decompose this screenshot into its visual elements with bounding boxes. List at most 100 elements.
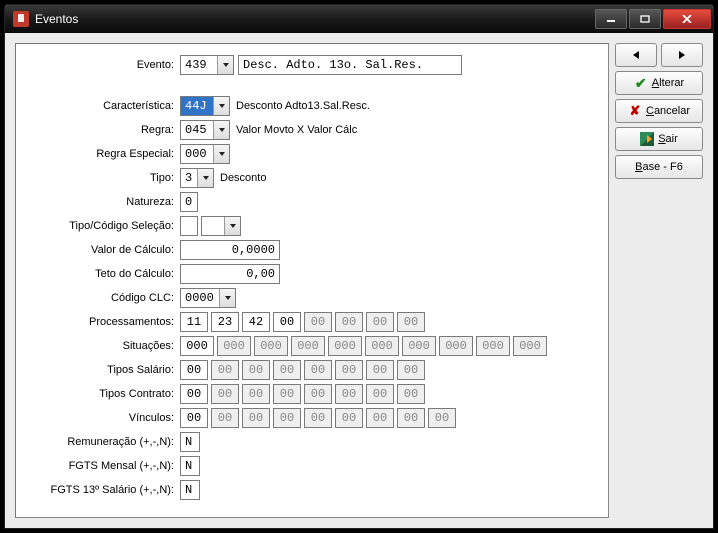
evento-desc-input[interactable] <box>238 55 462 75</box>
cell: 00 <box>273 360 301 380</box>
evento-combo[interactable] <box>180 55 234 75</box>
titlebar: Eventos <box>5 5 713 33</box>
dropdown-icon[interactable] <box>213 145 229 163</box>
label-caracteristica: Característica: <box>28 100 180 112</box>
label-remuneracao: Remuneração (+,-,N): <box>28 436 180 448</box>
cell: 00 <box>397 360 425 380</box>
cell: 000 <box>254 336 288 356</box>
situacoes-cells: 000000000000000000000000000000 <box>180 336 547 356</box>
codigo-clc-input[interactable] <box>181 289 219 307</box>
vinculos-cells: 000000000000000000 <box>180 408 456 428</box>
dropdown-icon[interactable] <box>217 56 233 74</box>
cell: 00 <box>242 360 270 380</box>
label-fgts-mensal: FGTS Mensal (+,-,N): <box>28 460 180 472</box>
natureza-input[interactable] <box>180 192 198 212</box>
prev-button[interactable] <box>615 43 657 67</box>
sair-button[interactable]: Sair <box>615 127 703 151</box>
cell[interactable]: 000 <box>180 336 214 356</box>
tipo-selecao-input[interactable] <box>180 216 198 236</box>
cell: 00 <box>397 312 425 332</box>
label-teto-calculo: Teto do Cálculo: <box>28 268 180 280</box>
caracteristica-desc: Desconto Adto13.Sal.Resc. <box>236 100 370 112</box>
cell: 00 <box>211 408 239 428</box>
tipo-desc: Desconto <box>220 172 266 184</box>
cell[interactable]: 00 <box>180 408 208 428</box>
next-button[interactable] <box>661 43 703 67</box>
codigo-selecao-combo[interactable] <box>201 216 241 236</box>
label-natureza: Natureza: <box>28 196 180 208</box>
cell: 00 <box>242 408 270 428</box>
cell[interactable]: 00 <box>180 384 208 404</box>
check-icon: ✔ <box>634 76 648 90</box>
cell: 000 <box>402 336 436 356</box>
dropdown-icon[interactable] <box>213 97 229 115</box>
cancelar-button[interactable]: ✘ Cancelar <box>615 99 703 123</box>
remuneracao-input[interactable] <box>180 432 200 452</box>
teto-calculo-input[interactable] <box>180 264 280 284</box>
cell[interactable]: 00 <box>180 360 208 380</box>
cell: 00 <box>304 384 332 404</box>
regra-especial-combo[interactable] <box>180 144 230 164</box>
fgts-mensal-input[interactable] <box>180 456 200 476</box>
cell: 00 <box>211 360 239 380</box>
label-processamentos: Processamentos: <box>28 316 180 328</box>
cell: 000 <box>439 336 473 356</box>
label-regra: Regra: <box>28 124 180 136</box>
cell: 00 <box>366 408 394 428</box>
cell[interactable]: 11 <box>180 312 208 332</box>
app-icon <box>13 11 29 27</box>
cell: 00 <box>366 360 394 380</box>
cell: 000 <box>217 336 251 356</box>
cell: 00 <box>242 384 270 404</box>
label-tipo: Tipo: <box>28 172 180 184</box>
dropdown-icon[interactable] <box>197 169 213 187</box>
valor-calculo-input[interactable] <box>180 240 280 260</box>
minimize-button[interactable] <box>595 9 627 29</box>
label-tipo-codigo-selecao: Tipo/Código Seleção: <box>28 220 180 232</box>
cell: 00 <box>273 384 301 404</box>
regra-code-input[interactable] <box>181 121 213 139</box>
dropdown-icon[interactable] <box>224 217 240 235</box>
codigo-selecao-input[interactable] <box>202 217 224 235</box>
tipo-combo[interactable] <box>180 168 214 188</box>
regra-combo[interactable] <box>180 120 230 140</box>
cell[interactable]: 42 <box>242 312 270 332</box>
label-fgts-13: FGTS 13º Salário (+,-,N): <box>28 484 180 496</box>
cell: 00 <box>366 312 394 332</box>
cell: 00 <box>397 384 425 404</box>
cell: 00 <box>273 408 301 428</box>
cell: 000 <box>476 336 510 356</box>
tipos-contrato-cells: 0000000000000000 <box>180 384 425 404</box>
label-regra-especial: Regra Especial: <box>28 148 180 160</box>
cell: 000 <box>365 336 399 356</box>
close-button[interactable] <box>663 9 711 29</box>
cell: 00 <box>335 312 363 332</box>
cell: 00 <box>304 312 332 332</box>
cell[interactable]: 00 <box>273 312 301 332</box>
maximize-button[interactable] <box>629 9 661 29</box>
cell: 000 <box>513 336 547 356</box>
tipo-input[interactable] <box>181 169 197 187</box>
cell[interactable]: 23 <box>211 312 239 332</box>
label-codigo-clc: Código CLC: <box>28 292 180 304</box>
cell: 00 <box>335 408 363 428</box>
codigo-clc-combo[interactable] <box>180 288 236 308</box>
x-icon: ✘ <box>628 104 642 118</box>
dropdown-icon[interactable] <box>213 121 229 139</box>
evento-code-input[interactable] <box>181 56 217 74</box>
form-panel: Evento: Característica: Desconto Adto13.… <box>15 43 609 518</box>
fgts-13-input[interactable] <box>180 480 200 500</box>
side-buttons: ✔ Alterar ✘ Cancelar Sair Base - F6 <box>615 43 703 179</box>
label-tipos-contrato: Tipos Contrato: <box>28 388 180 400</box>
regra-especial-input[interactable] <box>181 145 213 163</box>
cell: 000 <box>291 336 325 356</box>
base-button[interactable]: Base - F6 <box>615 155 703 179</box>
alterar-button[interactable]: ✔ Alterar <box>615 71 703 95</box>
tipos-salario-cells: 0000000000000000 <box>180 360 425 380</box>
dropdown-icon[interactable] <box>219 289 235 307</box>
cell: 00 <box>211 384 239 404</box>
label-vinculos: Vínculos: <box>28 412 180 424</box>
caracteristica-code-input[interactable] <box>181 97 213 115</box>
processamentos-cells: 1123420000000000 <box>180 312 425 332</box>
caracteristica-combo[interactable] <box>180 96 230 116</box>
